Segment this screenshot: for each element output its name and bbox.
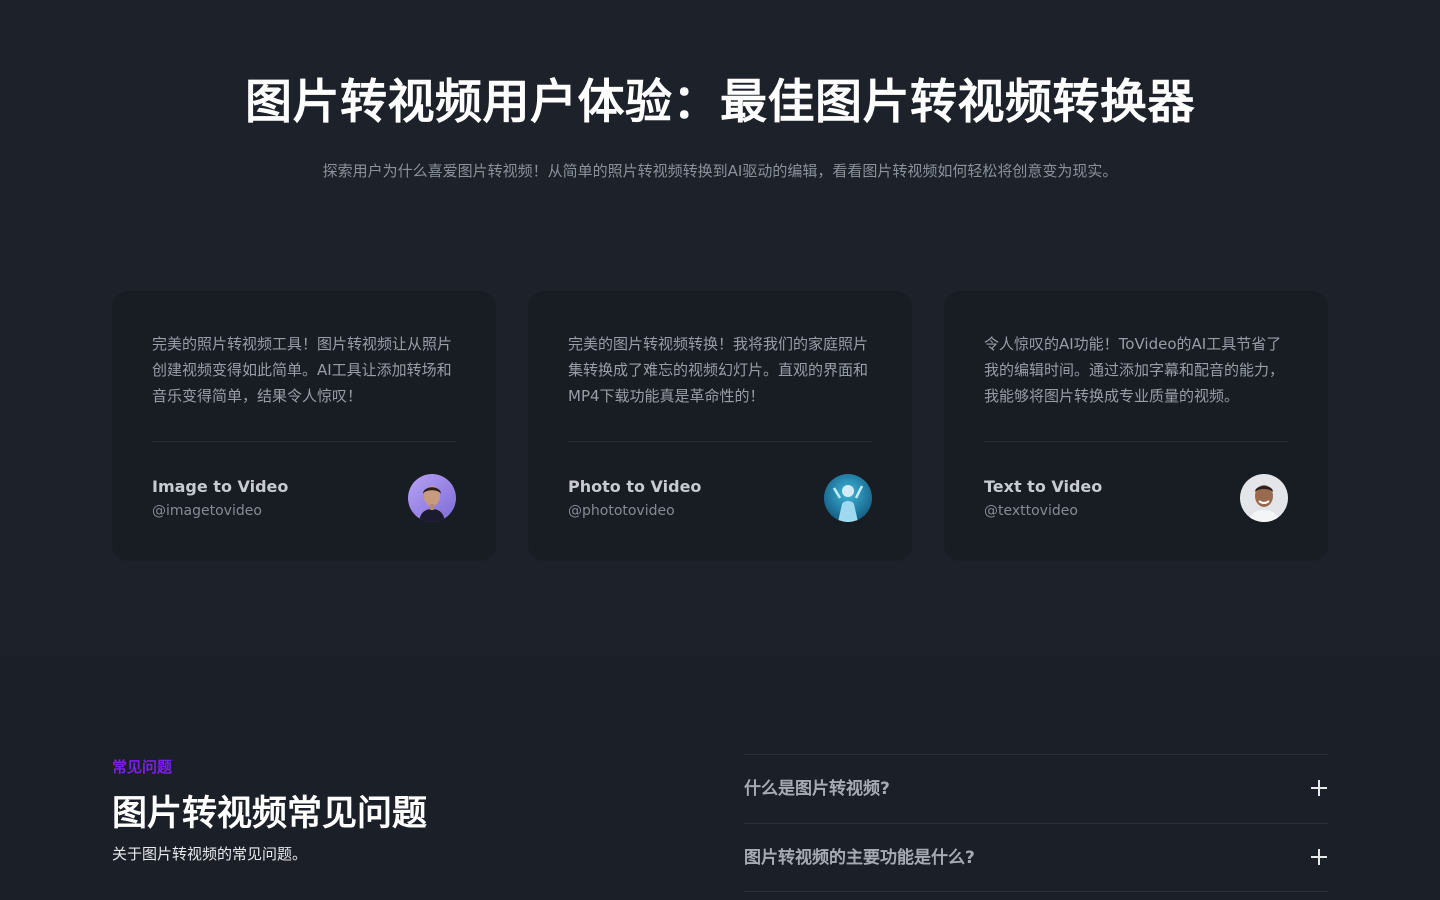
divider	[568, 441, 872, 442]
faq-item[interactable]: 什么是图片转视频?	[744, 754, 1328, 823]
testimonial-card: 令人惊叹的AI功能！ToVideo的AI工具节省了我的编辑时间。通过添加字幕和配…	[944, 291, 1328, 561]
faq-item[interactable]: 图片转视频的主要功能是什么?	[744, 823, 1328, 892]
page-subtitle: 探索用户为什么喜爱图片转视频！从简单的照片转视频转换到AI驱动的编辑，看看图片转…	[322, 162, 1118, 180]
faq-section: 常见问题 图片转视频常见问题 关于图片转视频的常见问题。 什么是图片转视频? 图…	[0, 657, 1440, 900]
author-name: Image to Video	[152, 477, 289, 496]
woman-portrait-avatar-icon	[408, 474, 456, 522]
divider	[984, 441, 1288, 442]
plus-icon[interactable]	[1310, 779, 1328, 797]
divider	[152, 441, 456, 442]
faq-title: 图片转视频常见问题	[112, 794, 428, 834]
testimonials-section: 图片转视频用户体验：最佳图片转视频转换器 探索用户为什么喜爱图片转视频！从简单的…	[0, 0, 1440, 657]
author-handle: @texttovideo	[984, 503, 1078, 519]
faq-question[interactable]: 什么是图片转视频?	[744, 777, 890, 801]
author-name: Text to Video	[984, 477, 1103, 496]
testimonial-card: 完美的照片转视频工具！图片转视频让从照片创建视频变得如此简单。AI工具让添加转场…	[112, 291, 496, 561]
testimonial-card: 完美的图片转视频转换！我将我们的家庭照片集转换成了难忘的视频幻灯片。直观的界面和…	[528, 291, 912, 561]
faq-description: 关于图片转视频的常见问题。	[112, 845, 308, 863]
testimonial-quote: 完美的照片转视频工具！图片转视频让从照片创建视频变得如此简单。AI工具让添加转场…	[152, 335, 453, 405]
author-handle: @phototovideo	[568, 503, 675, 519]
author-handle: @imagetovideo	[152, 503, 262, 519]
testimonial-quote: 令人惊叹的AI功能！ToVideo的AI工具节省了我的编辑时间。通过添加字幕和配…	[984, 335, 1285, 405]
page-title: 图片转视频用户体验：最佳图片转视频转换器	[245, 75, 1195, 130]
figure-blue-avatar-icon	[824, 474, 872, 522]
faq-eyebrow: 常见问题	[112, 758, 173, 776]
testimonial-quote: 完美的图片转视频转换！我将我们的家庭照片集转换成了难忘的视频幻灯片。直观的界面和…	[568, 335, 869, 405]
plus-icon[interactable]	[1310, 848, 1328, 866]
man-smiling-avatar-icon	[1240, 474, 1288, 522]
faq-question[interactable]: 图片转视频的主要功能是什么?	[744, 846, 975, 870]
author-name: Photo to Video	[568, 477, 702, 496]
